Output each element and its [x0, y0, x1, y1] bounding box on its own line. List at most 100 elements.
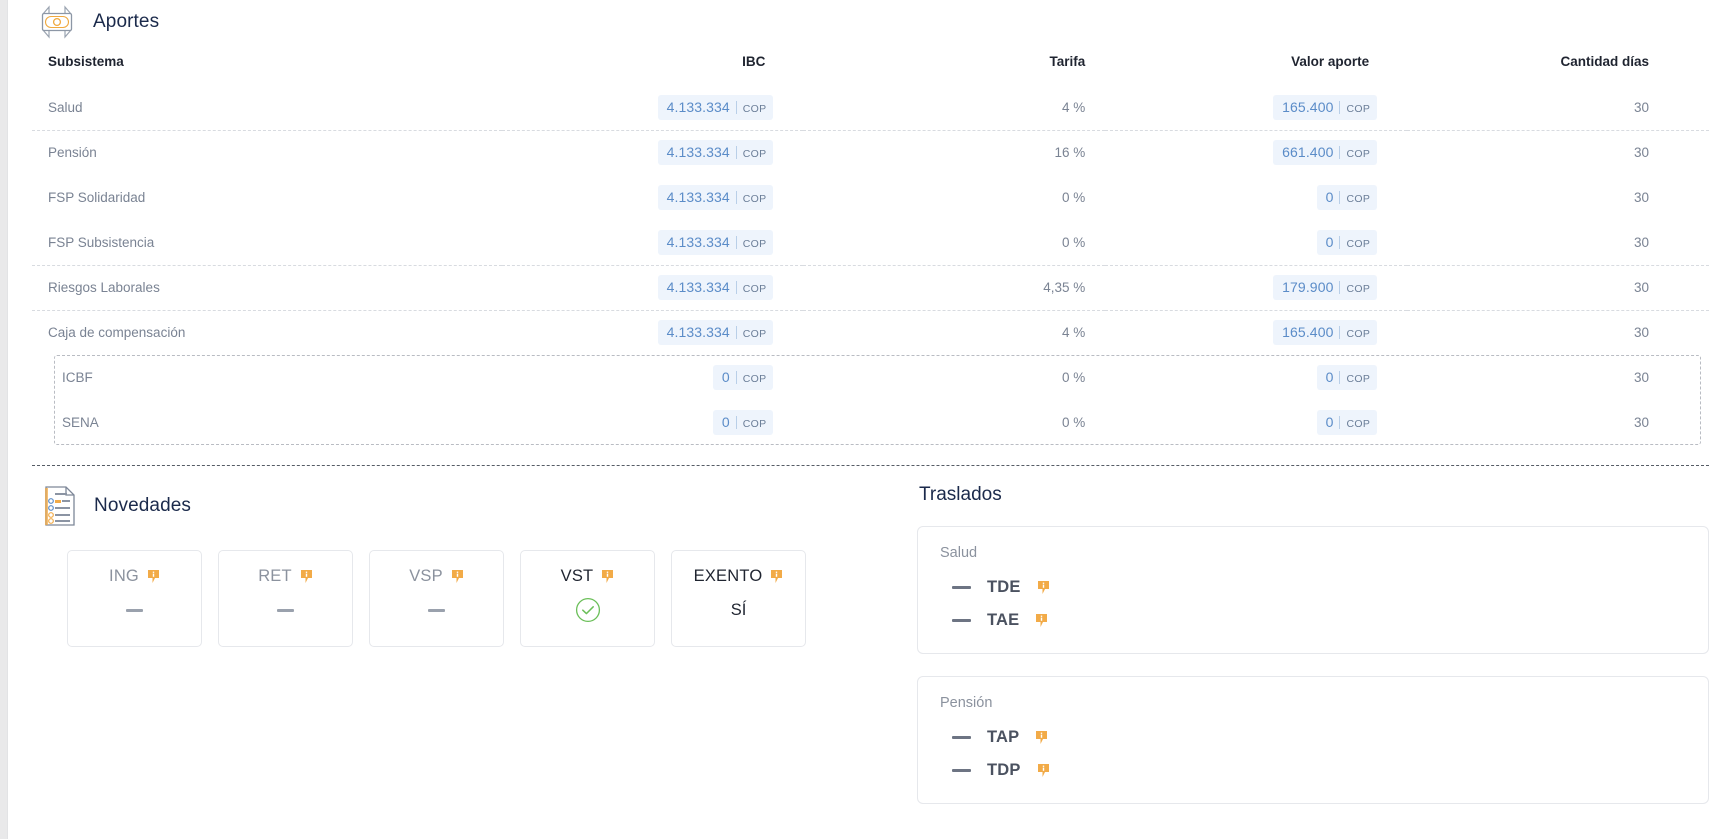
ibc-amount: 0 — [721, 414, 730, 430]
novedad-card-head: ING — [109, 567, 160, 586]
ibc-badge: 0 COP — [712, 410, 774, 435]
ibc-currency: COP — [742, 283, 767, 295]
novedad-label: RET — [258, 567, 292, 585]
info-tooltip-icon[interactable] — [1035, 730, 1048, 745]
badge-divider — [1339, 235, 1341, 249]
ibc-currency: COP — [742, 102, 767, 115]
novedades-title: Novedades — [94, 495, 192, 516]
badge-divider — [735, 191, 737, 204]
cell-ibc: 4.133.334 COP — [501, 265, 804, 311]
traslado-code: TDP — [987, 761, 1021, 779]
aportes-header: Aportes — [32, 0, 1709, 44]
ibc-badge: 4.133.334 COP — [657, 275, 774, 300]
aportes-table-head: Subsistema IBC Tarifa Valor aporte Canti… — [32, 44, 1709, 85]
traslado-row[interactable]: TDE — [940, 571, 1686, 604]
info-tooltip-icon[interactable] — [1035, 613, 1048, 628]
cell-subsistema: Pensión — [48, 145, 97, 161]
novedad-card-ing[interactable]: ING — [67, 550, 202, 647]
cell-subsistema: ICBF — [62, 370, 93, 385]
cell-cantidad-dias: 30 — [1633, 415, 1649, 430]
novedad-card-vst[interactable]: VST — [520, 550, 655, 647]
table-row: Caja de compensación 4.133.334 COP 4 % 1… — [32, 310, 1709, 355]
novedad-card-exento[interactable]: EXENTO SÍ — [671, 550, 806, 647]
novedad-label: ING — [109, 567, 139, 585]
novedades-section: Novedades ING RET VSP VST EXENTO SÍ — [32, 484, 897, 804]
info-tooltip-icon[interactable] — [770, 569, 783, 584]
valor-badge: 165.400 COP — [1273, 320, 1378, 346]
novedad-label: EXENTO — [693, 567, 763, 585]
cell-ibc: 4.133.334 COP — [501, 85, 804, 131]
cell-ibc: 0 COP — [502, 355, 804, 400]
info-tooltip-icon[interactable] — [147, 569, 160, 584]
ibc-amount: 4.133.334 — [666, 324, 730, 341]
valor-amount: 179.900 — [1282, 279, 1334, 295]
valor-amount: 661.400 — [1282, 144, 1334, 161]
traslados-section: Traslados Salud TDE TAE Pensión TAP TDP — [897, 484, 1709, 804]
ibc-currency: COP — [742, 237, 767, 250]
cell-ibc: 4.133.334 COP — [502, 130, 804, 175]
traslados-group-salud: Salud TDE TAE — [917, 526, 1709, 654]
badge-divider — [1339, 416, 1341, 429]
novedad-card-head: EXENTO — [694, 567, 784, 586]
cell-valor-aporte: 0 COP — [1105, 220, 1408, 266]
dash-mark-icon — [126, 608, 143, 612]
traslado-row[interactable]: TAE — [940, 604, 1686, 637]
cell-valor-aporte: 0 COP — [1105, 355, 1407, 400]
table-row: FSP Subsistencia 4.133.334 COP 0 % 0 COP… — [32, 220, 1709, 266]
table-row: Pensión 4.133.334 COP 16 % 661.400 COP 3… — [32, 130, 1709, 175]
cell-ibc: 0 COP — [502, 400, 804, 445]
badge-divider — [1339, 100, 1341, 114]
novedad-value — [575, 597, 601, 623]
col-header-subsistema: Subsistema — [48, 54, 124, 69]
info-tooltip-icon[interactable] — [451, 569, 464, 584]
valor-currency: COP — [1346, 373, 1371, 385]
novedad-label: VST — [560, 567, 594, 585]
cell-ibc: 4.133.334 COP — [502, 175, 804, 220]
cell-valor-aporte: 165.400 COP — [1105, 310, 1407, 355]
page-root: Aportes Subsistema IBC Tarifa Valor apor… — [8, 0, 1733, 839]
ibc-currency: COP — [742, 193, 767, 205]
parafiscales-table: ICBF 0 COP 0 % 0 COP 30 SENA 0 COP 0 % 0… — [32, 355, 1709, 445]
cell-valor-aporte: 179.900 COP — [1105, 265, 1408, 311]
ibc-currency: COP — [742, 328, 767, 341]
table-row: SENA 0 COP 0 % 0 COP 30 — [32, 400, 1709, 445]
lower-area: Novedades ING RET VSP VST EXENTO SÍ Tras… — [8, 466, 1733, 804]
novedad-card-vsp[interactable]: VSP — [369, 550, 504, 647]
col-header-cantidad-dias: Cantidad días — [1560, 54, 1649, 69]
ibc-amount: 4.133.334 — [666, 98, 730, 115]
cell-cantidad-dias: 30 — [1407, 85, 1709, 131]
badge-divider — [735, 281, 737, 294]
traslado-row[interactable]: TDP — [940, 754, 1686, 787]
novedades-cards: ING RET VSP VST EXENTO SÍ — [37, 550, 897, 647]
col-header-tarifa: Tarifa — [1049, 54, 1086, 69]
cell-tarifa: 0 % — [1062, 415, 1086, 430]
valor-amount: 0 — [1325, 233, 1334, 250]
traslado-code: TAP — [987, 728, 1020, 746]
valor-badge: 0 COP — [1316, 365, 1378, 390]
novedad-value — [277, 597, 294, 623]
cell-valor-aporte: 0 COP — [1105, 400, 1407, 445]
novedad-card-ret[interactable]: RET — [218, 550, 353, 647]
cell-tarifa: 4,35 % — [803, 265, 1106, 311]
cell-subsistema: Caja de compensación — [48, 325, 186, 341]
valor-badge: 179.900 COP — [1273, 275, 1378, 300]
novedad-card-head: VSP — [409, 567, 464, 586]
info-tooltip-icon[interactable] — [1037, 580, 1050, 595]
info-tooltip-icon[interactable] — [1037, 763, 1050, 778]
valor-badge: 0 COP — [1316, 185, 1378, 210]
info-tooltip-icon[interactable] — [300, 569, 313, 584]
valor-amount: 0 — [1325, 189, 1334, 205]
traslado-row[interactable]: TAP — [940, 721, 1686, 754]
traslado-code: TAE — [987, 611, 1020, 629]
cell-cantidad-dias: 30 — [1633, 325, 1649, 341]
ibc-amount: 4.133.334 — [666, 189, 730, 205]
cell-cantidad-dias: 30 — [1407, 220, 1709, 266]
badge-divider — [1339, 281, 1341, 294]
badge-divider — [1339, 191, 1341, 204]
cell-cantidad-dias: 30 — [1407, 265, 1709, 311]
cell-valor-aporte: 165.400 COP — [1105, 85, 1408, 131]
novedad-value — [428, 597, 445, 623]
cell-tarifa: 16 % — [1054, 145, 1086, 161]
ibc-amount: 4.133.334 — [666, 233, 730, 250]
info-tooltip-icon[interactable] — [601, 569, 614, 584]
